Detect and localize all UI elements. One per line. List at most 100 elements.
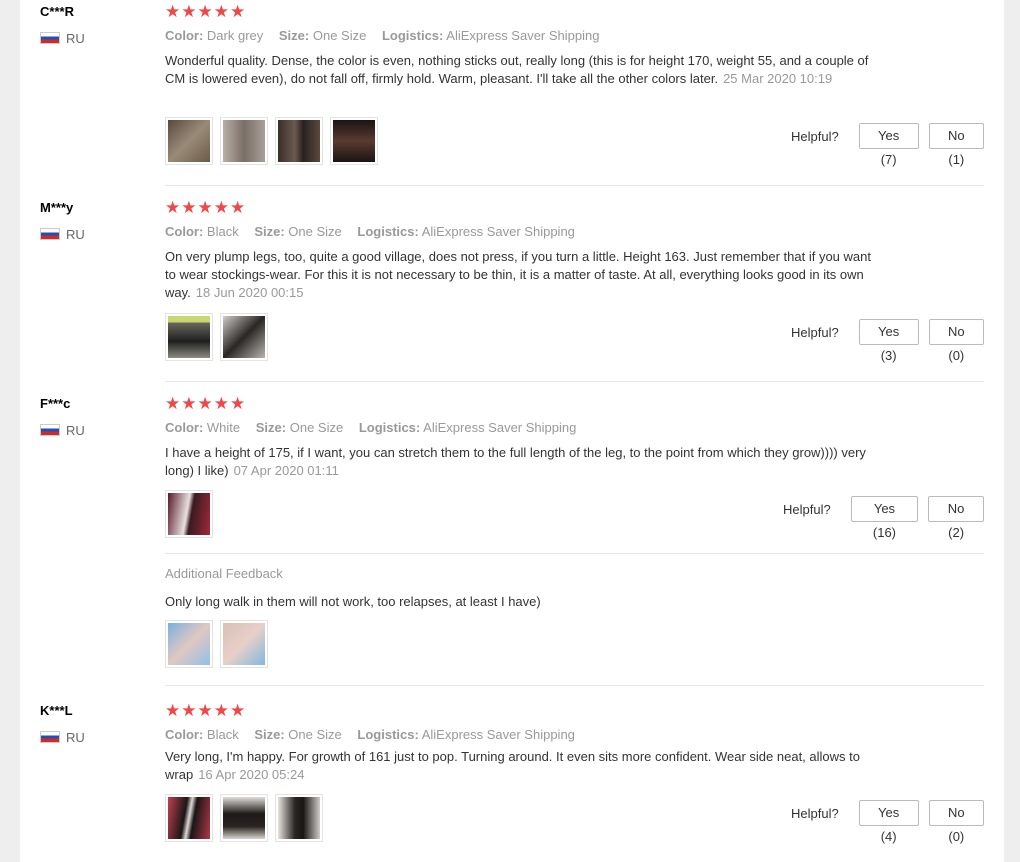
additional-feedback-text: Only long walk in them will not work, to… bbox=[165, 594, 541, 609]
review-photo[interactable] bbox=[220, 117, 268, 165]
reviewer-name: F***c bbox=[40, 396, 71, 411]
review-item: F***c RU ★★★★★ Color: White Size: One Si… bbox=[20, 392, 984, 685]
country-code: RU bbox=[66, 729, 85, 745]
additional-feedback-photos bbox=[165, 620, 268, 668]
review-photo[interactable] bbox=[220, 794, 268, 842]
additional-feedback-divider bbox=[165, 553, 984, 554]
divider bbox=[165, 185, 984, 186]
size-value: One Size bbox=[289, 420, 344, 435]
helpful-yes-button[interactable]: Yes (3) bbox=[858, 319, 919, 363]
reviews-panel: C***R RU ★★★★★ Color: Dark grey Size: On… bbox=[20, 0, 1004, 862]
helpful-no-button[interactable]: No (0) bbox=[928, 319, 984, 363]
review-text: Very long, I'm happy. For growth of 161 … bbox=[165, 748, 880, 784]
helpful-votes: Helpful? Yes (3) No (0) bbox=[791, 319, 984, 363]
star-rating: ★★★★★ bbox=[165, 2, 247, 21]
color-value: White bbox=[206, 420, 241, 435]
color-value: Black bbox=[206, 727, 239, 742]
review-date: 07 Apr 2020 01:11 bbox=[233, 463, 339, 478]
russia-flag-icon bbox=[40, 424, 60, 436]
reviewer-country: RU bbox=[40, 30, 85, 46]
logistics-value: AliExpress Saver Shipping bbox=[421, 224, 575, 239]
review-attributes: Color: Black Size: One Size Logistics: A… bbox=[165, 727, 587, 742]
size-label: Size: bbox=[254, 727, 285, 742]
reviewer-country: RU bbox=[40, 422, 85, 438]
country-code: RU bbox=[66, 30, 85, 46]
helpful-no-button[interactable]: No (2) bbox=[928, 496, 984, 540]
review-date: 16 Apr 2020 05:24 bbox=[198, 767, 305, 782]
logistics-label: Logistics: bbox=[358, 420, 421, 435]
star-rating: ★★★★★ bbox=[165, 394, 247, 413]
size-value: One Size bbox=[288, 727, 342, 742]
review-photo[interactable] bbox=[165, 117, 213, 165]
review-photo[interactable] bbox=[275, 117, 323, 165]
logistics-value: AliExpress Saver Shipping bbox=[446, 28, 600, 43]
review-photo[interactable] bbox=[330, 117, 378, 165]
review-photos bbox=[165, 490, 213, 538]
review-photos bbox=[165, 794, 323, 842]
size-label: Size: bbox=[254, 224, 285, 239]
review-photos bbox=[165, 313, 268, 361]
review-attributes: Color: Dark grey Size: One Size Logistic… bbox=[165, 28, 611, 43]
size-label: Size: bbox=[278, 28, 310, 43]
helpful-label: Helpful? bbox=[791, 128, 839, 144]
color-label: Color: bbox=[165, 420, 204, 435]
helpful-label: Helpful? bbox=[791, 805, 839, 821]
divider bbox=[165, 381, 984, 382]
star-rating: ★★★★★ bbox=[165, 198, 247, 217]
color-label: Color: bbox=[165, 727, 204, 742]
star-rating: ★★★★★ bbox=[165, 701, 247, 720]
color-value: Black bbox=[206, 224, 239, 239]
color-value: Dark grey bbox=[206, 28, 264, 43]
review-text: I have a height of 175, if I want, you c… bbox=[165, 444, 880, 480]
reviewer-name: K***L bbox=[40, 703, 73, 718]
review-date: 25 Mar 2020 10:19 bbox=[723, 71, 833, 86]
review-item: K***L RU ★★★★★ Color: Black Size: One Si… bbox=[20, 699, 984, 862]
review-item: C***R RU ★★★★★ Color: Dark grey Size: On… bbox=[20, 0, 984, 185]
review-photo[interactable] bbox=[165, 620, 213, 668]
review-attributes: Color: White Size: One Size Logistics: A… bbox=[165, 420, 588, 435]
logistics-value: AliExpress Saver Shipping bbox=[423, 420, 577, 435]
color-label: Color: bbox=[165, 28, 204, 43]
helpful-votes: Helpful? Yes (4) No (0) bbox=[791, 800, 984, 844]
reviewer-name: C***R bbox=[40, 4, 74, 19]
size-value: One Size bbox=[312, 28, 367, 43]
review-item: M***y RU ★★★★★ Color: Black Size: One Si… bbox=[20, 196, 984, 381]
review-text: On very plump legs, too, quite a good vi… bbox=[165, 248, 880, 302]
review-photo[interactable] bbox=[165, 313, 213, 361]
reviewer-country: RU bbox=[40, 226, 85, 242]
logistics-value: AliExpress Saver Shipping bbox=[421, 727, 575, 742]
helpful-label: Helpful? bbox=[783, 501, 831, 517]
color-label: Color: bbox=[165, 224, 204, 239]
reviewer-name: M***y bbox=[40, 200, 74, 215]
russia-flag-icon bbox=[40, 228, 60, 240]
helpful-yes-button[interactable]: Yes (4) bbox=[858, 800, 919, 844]
review-photo[interactable] bbox=[220, 313, 268, 361]
review-photo[interactable] bbox=[220, 620, 268, 668]
reviewer-country: RU bbox=[40, 729, 85, 745]
review-date: 18 Jun 2020 00:15 bbox=[195, 285, 304, 300]
review-attributes: Color: Black Size: One Size Logistics: A… bbox=[165, 224, 587, 239]
helpful-no-button[interactable]: No (1) bbox=[928, 123, 984, 167]
logistics-label: Logistics: bbox=[357, 224, 419, 239]
helpful-yes-button[interactable]: Yes (16) bbox=[850, 496, 919, 540]
review-text: Wonderful quality. Dense, the color is e… bbox=[165, 52, 880, 88]
logistics-label: Logistics: bbox=[357, 727, 419, 742]
logistics-label: Logistics: bbox=[381, 28, 444, 43]
country-code: RU bbox=[66, 226, 85, 242]
review-photos bbox=[165, 117, 378, 165]
country-code: RU bbox=[66, 422, 85, 438]
divider bbox=[165, 685, 984, 686]
helpful-label: Helpful? bbox=[791, 324, 839, 340]
russia-flag-icon bbox=[40, 32, 60, 44]
helpful-yes-button[interactable]: Yes (7) bbox=[858, 123, 919, 167]
helpful-no-button[interactable]: No (0) bbox=[928, 800, 984, 844]
helpful-votes: Helpful? Yes (7) No (1) bbox=[791, 123, 984, 167]
russia-flag-icon bbox=[40, 731, 60, 743]
size-value: One Size bbox=[288, 224, 342, 239]
review-photo[interactable] bbox=[165, 794, 213, 842]
review-photo[interactable] bbox=[165, 490, 213, 538]
size-label: Size: bbox=[255, 420, 287, 435]
helpful-votes: Helpful? Yes (16) No (2) bbox=[783, 496, 984, 540]
additional-feedback-title: Additional Feedback bbox=[165, 566, 283, 581]
review-photo[interactable] bbox=[275, 794, 323, 842]
